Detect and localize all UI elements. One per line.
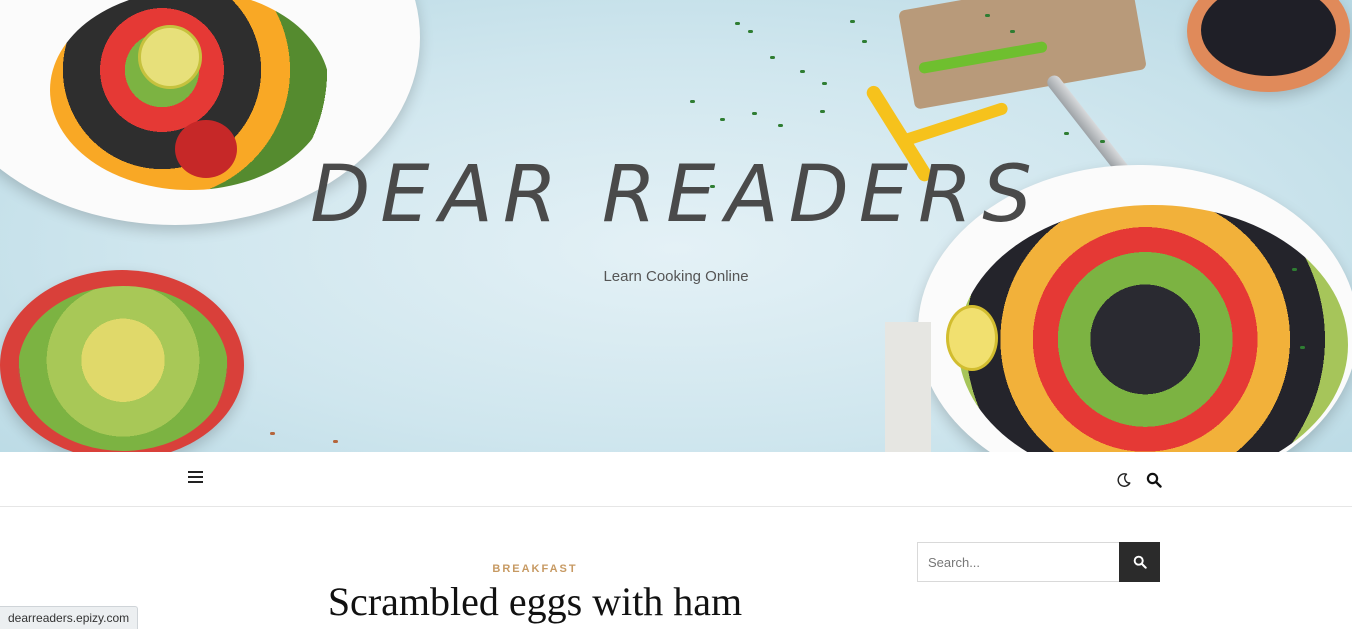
site-tagline: Learn Cooking Online (603, 268, 749, 285)
moon-icon[interactable] (1116, 472, 1132, 488)
status-bar-url: dearreaders.epizy.com (0, 606, 139, 629)
post-category[interactable]: BREAKFAST (335, 563, 735, 575)
post-title[interactable]: Scrambled eggs with ham (235, 578, 835, 625)
sidebar-search-input[interactable] (917, 542, 1119, 582)
avocado-bowl-bottom-left (0, 270, 244, 452)
search-icon[interactable] (1146, 472, 1162, 488)
sidebar-search-button[interactable] (1119, 542, 1160, 582)
hamburger-icon[interactable] (188, 471, 203, 485)
beans-bowl-top-right (1187, 0, 1350, 92)
hero-banner: DEAR READERS Learn Cooking Online (0, 0, 1352, 452)
napkin (885, 322, 931, 452)
main-navbar (0, 452, 1352, 507)
site-title[interactable]: DEAR READERS (0, 150, 1352, 240)
search-icon (1133, 555, 1147, 569)
